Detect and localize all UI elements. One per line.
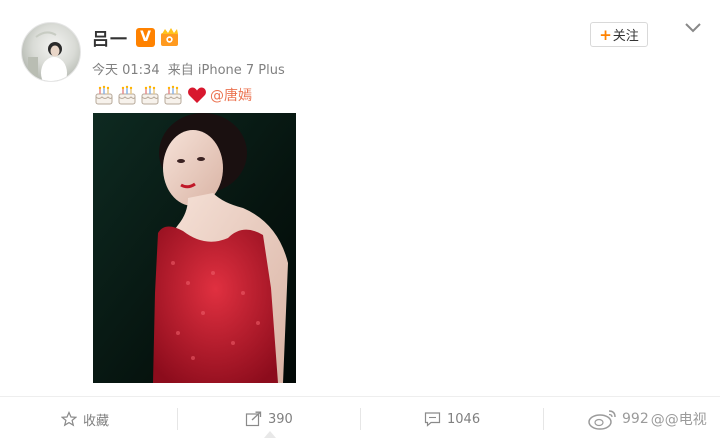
watermark-text: @@电视 xyxy=(650,412,707,428)
action-separator xyxy=(543,408,544,430)
action-bar-divider xyxy=(0,396,720,397)
member-badge-icon xyxy=(159,27,181,48)
post-meta: 今天 01:34 来自 iPhone 7 Plus xyxy=(92,59,289,78)
cake-emoji-icon xyxy=(164,85,182,105)
favorite-label: 收藏 xyxy=(83,413,110,429)
author-avatar[interactable] xyxy=(21,22,81,82)
comment-icon xyxy=(424,412,441,427)
cake-emoji-icon xyxy=(118,85,136,105)
cake-emoji-icon xyxy=(141,85,159,105)
post-photo[interactable] xyxy=(93,113,296,383)
action-separator xyxy=(177,408,178,430)
verified-badge-icon: V xyxy=(136,28,155,47)
comment-button[interactable]: 1046 xyxy=(424,408,480,430)
action-separator xyxy=(360,408,361,430)
comment-count: 1046 xyxy=(447,411,481,427)
repost-icon xyxy=(245,411,262,427)
heart-emoji-icon xyxy=(188,87,206,103)
post-source: 来自 iPhone 7 Plus xyxy=(167,63,285,78)
follow-button[interactable]: +关注 xyxy=(590,22,648,47)
follow-label: 关注 xyxy=(612,29,639,44)
plus-icon: + xyxy=(599,26,612,44)
favorite-button[interactable]: 收藏 xyxy=(61,408,109,430)
mention-link[interactable]: @唐嫣 xyxy=(210,85,252,105)
chevron-down-icon[interactable] xyxy=(684,20,702,34)
weibo-logo-icon xyxy=(588,410,616,430)
active-tab-caret xyxy=(264,431,276,438)
star-icon xyxy=(61,411,77,427)
repost-button[interactable]: 390 xyxy=(245,408,293,430)
like-button[interactable]: 992 @@电视 xyxy=(588,407,707,431)
post-time[interactable]: 今天 01:34 xyxy=(92,63,160,78)
cake-emoji-icon xyxy=(95,85,113,105)
post-content: @唐嫣 xyxy=(93,83,252,107)
repost-count: 390 xyxy=(268,411,293,427)
like-count: 992 xyxy=(622,411,649,427)
author-name[interactable]: 吕一 xyxy=(92,25,128,50)
